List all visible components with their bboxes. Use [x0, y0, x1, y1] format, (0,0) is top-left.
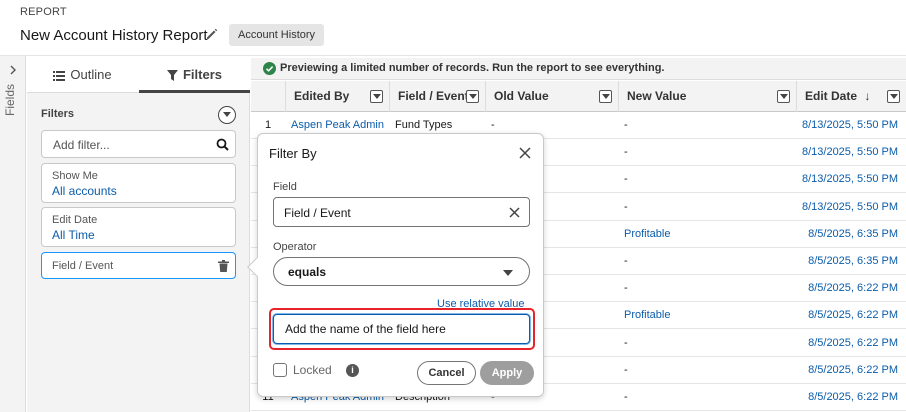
- column-header-label: Field / Event: [398, 89, 469, 103]
- add-filter-placeholder: Add filter...: [53, 138, 110, 152]
- fields-rail[interactable]: Fields: [0, 56, 26, 412]
- cancel-button[interactable]: Cancel: [417, 361, 476, 385]
- filter-card-value: All accounts: [52, 184, 117, 198]
- column-header-edited-by[interactable]: Edited By: [285, 81, 389, 112]
- cell-date[interactable]: 8/13/2025, 5:50 PM: [796, 112, 906, 139]
- cell-new: -: [624, 363, 628, 376]
- locked-checkbox[interactable]: [273, 363, 287, 377]
- tab-filters[interactable]: Filters: [139, 56, 250, 93]
- column-menu-button[interactable]: [599, 90, 612, 103]
- tab-outline-label: Outline: [70, 67, 112, 82]
- tab-outline[interactable]: Outline: [27, 56, 138, 93]
- field-combobox[interactable]: Field / Event: [273, 197, 530, 227]
- cell-new: -: [624, 146, 628, 159]
- column-header-old-value[interactable]: Old Value: [485, 81, 618, 112]
- add-filter-input[interactable]: Add filter...: [41, 130, 236, 158]
- column-menu-button[interactable]: [370, 90, 383, 103]
- chevron-down-icon: [503, 270, 513, 276]
- cell-date[interactable]: 8/5/2025, 6:22 PM: [796, 357, 906, 384]
- preview-message: Previewing a limited number of records. …: [280, 62, 665, 74]
- cell-date[interactable]: 8/5/2025, 6:35 PM: [796, 248, 906, 275]
- report-type-label: REPORT: [20, 6, 67, 18]
- cell-date[interactable]: 8/5/2025, 6:22 PM: [796, 275, 906, 302]
- report-type-badge: Account History: [229, 24, 325, 46]
- filter-card-edit-date[interactable]: Edit Date All Time: [41, 207, 236, 247]
- cell-new: Profitable: [624, 227, 671, 240]
- funnel-icon: [166, 70, 178, 82]
- column-menu-button[interactable]: [466, 90, 479, 103]
- clear-icon[interactable]: [509, 207, 520, 218]
- pencil-icon[interactable]: [205, 27, 219, 41]
- cell-date[interactable]: 8/5/2025, 6:35 PM: [796, 221, 906, 248]
- chevron-right-icon[interactable]: [7, 64, 19, 76]
- filter-card-label: Edit Date: [52, 214, 98, 226]
- column-header-label: Edited By: [294, 89, 350, 103]
- cell-date[interactable]: 8/13/2025, 5:50 PM: [796, 139, 906, 166]
- chevron-down-icon: [373, 94, 381, 99]
- row-number-header: [251, 81, 285, 112]
- field-label: Field: [273, 181, 297, 193]
- chevron-down-icon: [223, 112, 231, 117]
- cell-date[interactable]: 8/5/2025, 6:22 PM: [796, 384, 906, 411]
- success-check-icon: [263, 62, 276, 75]
- cell-new: -: [624, 282, 628, 295]
- cell-date[interactable]: 8/5/2025, 6:22 PM: [796, 330, 906, 357]
- column-header-label: New Value: [627, 89, 687, 103]
- chevron-down-icon: [890, 94, 898, 99]
- grid-header: Edited By Field / Event Old Value New Va…: [251, 81, 906, 112]
- column-header-field-event[interactable]: Field / Event: [389, 81, 485, 112]
- filter-card-value: All Time: [52, 228, 95, 242]
- field-value: Field / Event: [284, 206, 351, 220]
- report-title: New Account History Report: [20, 27, 208, 44]
- filter-card-show-me[interactable]: Show Me All accounts: [41, 163, 236, 203]
- filter-card-label: Show Me: [52, 170, 98, 182]
- cell-new: -: [624, 200, 628, 213]
- info-icon[interactable]: i: [346, 364, 359, 377]
- filters-heading: Filters: [41, 108, 75, 120]
- locked-label: Locked: [293, 363, 332, 377]
- column-menu-button[interactable]: [777, 90, 790, 103]
- cell-new: -: [624, 119, 628, 131]
- panel-tabs: Outline Filters: [27, 56, 250, 93]
- filter-card-label: Field / Event: [52, 260, 114, 272]
- apply-button[interactable]: Apply: [480, 361, 534, 385]
- value-input[interactable]: Add the name of the field here: [273, 314, 530, 344]
- list-icon: [53, 70, 66, 81]
- popover-title: Filter By: [269, 146, 317, 161]
- report-header: REPORT New Account History Report Accoun…: [0, 0, 906, 56]
- chevron-down-icon: [780, 94, 788, 99]
- fields-rail-label: Fields: [3, 84, 17, 117]
- trash-icon[interactable]: [218, 260, 229, 272]
- operator-select[interactable]: equals: [273, 257, 530, 286]
- cell-new: -: [624, 336, 628, 349]
- value-input-text: Add the name of the field here: [285, 322, 446, 336]
- operator-label: Operator: [273, 241, 317, 253]
- sort-descending-icon: ↓: [864, 89, 871, 103]
- cell-new: -: [624, 255, 628, 267]
- column-menu-button[interactable]: [887, 90, 900, 103]
- column-header-new-value[interactable]: New Value: [618, 81, 796, 112]
- cell-date[interactable]: 8/5/2025, 6:22 PM: [796, 302, 906, 329]
- column-header-label: Old Value: [494, 89, 549, 103]
- left-panel: Outline Filters Filters Add filter... Sh…: [27, 56, 250, 412]
- cell-date[interactable]: 8/13/2025, 5:50 PM: [796, 166, 906, 193]
- tab-filters-label: Filters: [182, 67, 222, 82]
- close-icon[interactable]: [519, 147, 531, 159]
- filters-menu-button[interactable]: [218, 106, 236, 124]
- filter-card-field-event[interactable]: Field / Event: [41, 252, 236, 279]
- cell-new: Profitable: [624, 309, 671, 322]
- operator-value: equals: [288, 265, 327, 279]
- search-icon: [216, 138, 229, 151]
- column-header-edit-date[interactable]: Edit Date ↓: [796, 81, 906, 112]
- preview-banner: Previewing a limited number of records. …: [251, 58, 906, 80]
- column-header-label: Edit Date: [805, 89, 858, 103]
- filter-by-popover: Filter By Field Field / Event Operator e…: [247, 133, 544, 397]
- cell-date[interactable]: 8/13/2025, 5:50 PM: [796, 194, 906, 221]
- cell-new: -: [624, 173, 628, 186]
- chevron-down-icon: [602, 94, 610, 99]
- chevron-down-icon: [469, 94, 477, 99]
- cell-new: -: [624, 391, 628, 403]
